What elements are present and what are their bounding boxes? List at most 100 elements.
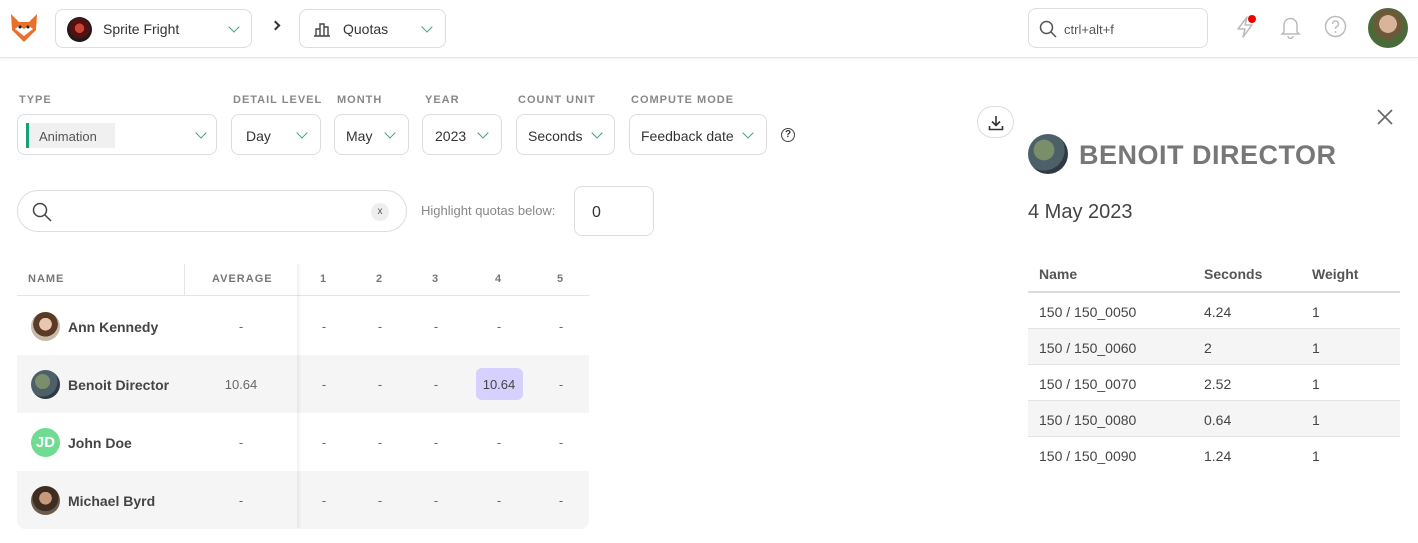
month-select[interactable]: May (334, 114, 409, 155)
person-name[interactable]: John Doe (68, 435, 132, 451)
quota-cell[interactable]: - (416, 377, 456, 392)
panel-date: 4 May 2023 (1028, 201, 1133, 223)
day-column-header: 4 (495, 273, 503, 285)
shot-name[interactable]: 150 / 150_0070 (1039, 376, 1136, 392)
month-label: MONTH (337, 94, 383, 106)
month-value: May (346, 128, 373, 144)
bell-icon[interactable] (1280, 15, 1301, 39)
top-bar: Sprite Fright Quotas ctrl+alt+f (0, 0, 1418, 58)
shot-name[interactable]: 150 / 150_0050 (1039, 304, 1136, 320)
quota-cell-selected[interactable]: 10.64 (479, 377, 519, 392)
quota-cell[interactable]: - (360, 435, 400, 450)
compute-mode-select[interactable]: Feedback date (629, 114, 767, 155)
chevron-down-icon (591, 127, 603, 139)
search-icon (1039, 20, 1057, 38)
global-search-input[interactable]: ctrl+alt+f (1028, 8, 1208, 48)
shot-name[interactable]: 150 / 150_0090 (1039, 448, 1136, 464)
shot-weight: 1 (1312, 448, 1320, 464)
people-search-input[interactable]: x (17, 190, 407, 232)
shot-weight: 1 (1312, 304, 1320, 320)
shot-name[interactable]: 150 / 150_0080 (1039, 412, 1136, 428)
shot-weight: 1 (1312, 376, 1320, 392)
user-avatar[interactable] (1368, 8, 1408, 48)
kitsu-fox-logo[interactable] (9, 12, 39, 44)
quota-cell[interactable]: - (416, 493, 456, 508)
shot-seconds: 2.52 (1204, 376, 1232, 392)
highlight-label: Highlight quotas below: (421, 203, 556, 218)
table-row: JD John Doe - - - - - - (17, 413, 589, 471)
quota-cell[interactable]: - (541, 319, 581, 334)
search-placeholder: ctrl+alt+f (1064, 22, 1114, 37)
count-unit-value: Seconds (528, 128, 583, 144)
count-unit-select[interactable]: Seconds (516, 114, 615, 155)
quota-cell[interactable]: - (304, 319, 344, 334)
header-divider (17, 295, 589, 296)
quota-cell[interactable]: - (304, 377, 344, 392)
quota-cell[interactable]: - (416, 435, 456, 450)
download-icon (988, 116, 1004, 131)
search-icon (32, 202, 52, 222)
shot-weight: 1 (1312, 340, 1320, 356)
person-name[interactable]: Michael Byrd (68, 493, 155, 509)
person-name[interactable]: Ann Kennedy (68, 319, 158, 335)
type-filter-label: TYPE (19, 94, 52, 106)
quota-cell[interactable]: - (479, 319, 519, 334)
quota-cell[interactable]: - (360, 319, 400, 334)
chevron-down-icon (384, 127, 396, 139)
shot-seconds: 2 (1204, 340, 1212, 356)
panel-row: 150 / 150_0080 0.64 1 (1028, 401, 1400, 437)
compute-mode-help-icon[interactable]: ? (781, 128, 795, 142)
average-column-header[interactable]: AVERAGE (212, 273, 273, 285)
production-thumbnail (67, 17, 92, 42)
column-divider (184, 264, 185, 296)
shot-name[interactable]: 150 / 150_0060 (1039, 340, 1136, 356)
download-button[interactable] (977, 106, 1014, 138)
quota-cell[interactable]: - (416, 319, 456, 334)
quota-cell[interactable]: - (304, 435, 344, 450)
average-cell: - (238, 435, 244, 450)
bar-chart-icon (314, 23, 330, 37)
production-selector[interactable]: Sprite Fright (55, 9, 252, 48)
panel-row: 150 / 150_0060 2 1 (1028, 329, 1400, 365)
quota-cell[interactable]: - (479, 493, 519, 508)
average-cell: - (238, 493, 244, 508)
panel-row: 150 / 150_0070 2.52 1 (1028, 365, 1400, 401)
highlight-threshold-value: 0 (592, 204, 601, 221)
detail-level-select[interactable]: Day (231, 114, 321, 155)
name-column-header[interactable]: NAME (28, 273, 64, 285)
panel-row: 150 / 150_0090 1.24 1 (1028, 437, 1400, 473)
close-icon[interactable] (1377, 109, 1393, 125)
quota-cell[interactable]: - (541, 377, 581, 392)
shot-seconds: 4.24 (1204, 304, 1232, 320)
quota-cell[interactable]: - (360, 377, 400, 392)
sticky-column-shadow (297, 264, 302, 528)
help-icon[interactable] (1324, 15, 1347, 38)
day-column-header: 1 (320, 273, 328, 285)
person-name[interactable]: Benoit Director (68, 377, 169, 393)
quota-cell[interactable]: - (360, 493, 400, 508)
average-cell: - (238, 319, 244, 334)
detail-level-value: Day (246, 128, 271, 144)
year-select[interactable]: 2023 (422, 114, 502, 155)
clear-search-button[interactable]: x (371, 203, 389, 221)
day-column-header: 5 (557, 273, 565, 285)
chevron-down-icon (228, 21, 240, 33)
detail-level-label: DETAIL LEVEL (233, 94, 323, 106)
panel-weight-header: Weight (1312, 266, 1359, 282)
quota-cell[interactable]: - (541, 493, 581, 508)
chevron-down-icon (477, 127, 489, 139)
avatar (31, 312, 60, 341)
table-row: Benoit Director 10.64 - - - 10.64 - (17, 355, 589, 413)
avatar-initials: JD (31, 428, 60, 457)
avatar (31, 370, 60, 399)
type-select[interactable]: Animation (17, 114, 217, 155)
day-column-header: 3 (432, 273, 440, 285)
quota-cell[interactable]: - (541, 435, 581, 450)
quota-cell[interactable]: - (479, 435, 519, 450)
day-column-header: 2 (376, 273, 384, 285)
chevron-down-icon (421, 21, 433, 33)
section-selector[interactable]: Quotas (299, 9, 446, 48)
quota-cell[interactable]: - (304, 493, 344, 508)
section-name: Quotas (343, 21, 389, 37)
highlight-threshold-input[interactable]: 0 (574, 186, 654, 236)
